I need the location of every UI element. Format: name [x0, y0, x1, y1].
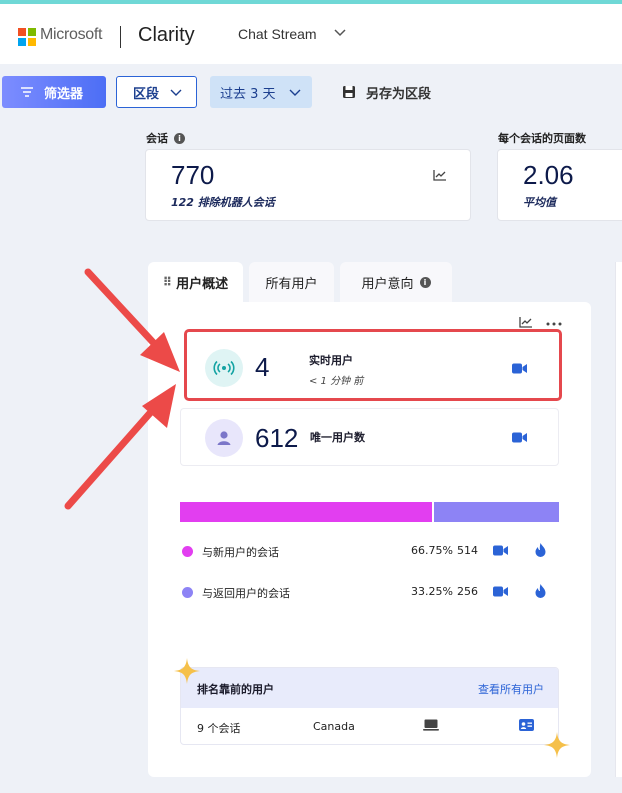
segment-dropdown-label: 区段 [133, 86, 160, 102]
pages-per-session-card: 2.06 平均值 [497, 149, 622, 221]
date-range-dropdown[interactable]: 过去 3 天 [210, 76, 312, 108]
video-camera-icon[interactable] [512, 432, 527, 443]
project-selector-label[interactable]: Chat Stream [238, 26, 317, 42]
drag-handle-icon[interactable]: ⠿ [163, 275, 172, 289]
info-icon[interactable]: i [174, 132, 185, 144]
sessions-sub: 122 排除机器人会话 [171, 196, 275, 209]
desktop-device-icon [423, 719, 439, 731]
top-users-card: 排名靠前的用户 查看所有用户 9 个会话 Canada [180, 667, 559, 745]
legend-label-new: 与新用户的会话 [202, 546, 279, 559]
product-name[interactable]: Clarity [138, 24, 195, 47]
new-users-bar-segment[interactable] [180, 502, 432, 522]
sessions-card: 770 122 排除机器人会话 [145, 149, 471, 221]
save-icon [343, 86, 355, 98]
tab-all-users-label: 所有用户 [265, 276, 318, 292]
broadcast-icon [205, 349, 243, 387]
filter-icon [21, 87, 33, 97]
legend-label-returning: 与返回用户的会话 [202, 587, 290, 600]
legend-pct-returning: 33.25% [411, 585, 453, 598]
trend-chart-icon[interactable] [519, 316, 533, 328]
adjacent-panel-edge [615, 262, 622, 777]
sparkle-icon [174, 658, 200, 684]
chevron-down-icon[interactable] [332, 24, 348, 40]
heatmap-flame-icon[interactable] [535, 584, 546, 598]
segment-dropdown[interactable]: 区段 [116, 76, 197, 108]
returning-users-bar-segment[interactable] [433, 502, 559, 522]
tab-user-intent[interactable]: 用户意向 i [340, 262, 452, 302]
video-camera-icon[interactable] [512, 363, 527, 374]
sessions-label-text: 会话 [146, 132, 168, 145]
legend-row-new: 与新用户的会话 66.75% 514 [182, 542, 558, 562]
more-options-icon[interactable] [546, 322, 562, 326]
top-user-country: Canada [313, 720, 355, 733]
save-as-segment-label: 另存为区段 [366, 86, 432, 102]
app-header: Microsoft Clarity Chat Stream [0, 4, 622, 64]
info-icon[interactable]: i [419, 276, 431, 288]
top-users-row[interactable]: 9 个会话 Canada [181, 708, 558, 744]
chevron-down-icon [170, 89, 182, 96]
legend-dot-returning [182, 587, 193, 598]
chevron-down-icon [289, 89, 301, 96]
user-icon [205, 419, 243, 457]
trend-chart-icon[interactable] [433, 169, 447, 181]
header-divider [120, 26, 121, 48]
tab-user-overview-label: 用户概述 [176, 276, 229, 292]
heatmap-flame-icon[interactable] [535, 543, 546, 557]
live-users-sub: < 1 分钟 前 [309, 376, 364, 387]
unique-users-title: 唯一用户数 [310, 431, 365, 444]
tab-user-overview[interactable]: ⠿ 用户概述 [148, 262, 243, 302]
pages-per-session-label: 每个会话的页面数 [498, 132, 586, 145]
top-users-header: 排名靠前的用户 查看所有用户 [181, 668, 558, 708]
video-camera-icon[interactable] [493, 586, 508, 597]
filter-button[interactable]: 筛选器 [2, 76, 106, 108]
sessions-metric-label: 会话 i [146, 130, 185, 146]
top-user-sessions: 9 个会话 [197, 722, 241, 735]
view-all-users-link[interactable]: 查看所有用户 [478, 681, 544, 697]
legend-count-new: 514 [457, 544, 478, 557]
save-as-segment-button[interactable]: 另存为区段 [342, 76, 431, 108]
sparkle-icon [544, 732, 570, 758]
user-id-card-icon[interactable] [519, 719, 534, 731]
filter-button-label: 筛选器 [44, 86, 84, 102]
unique-users-card[interactable]: 612 唯一用户数 [180, 408, 559, 466]
legend-row-returning: 与返回用户的会话 33.25% 256 [182, 583, 558, 603]
legend-count-returning: 256 [457, 585, 478, 598]
date-range-label: 过去 3 天 [220, 86, 276, 102]
sessions-value: 770 [171, 160, 215, 190]
video-camera-icon[interactable] [493, 545, 508, 556]
microsoft-logo-icon [18, 28, 36, 46]
filter-toolbar: 筛选器 区段 过去 3 天 另存为区段 [0, 64, 622, 120]
legend-pct-new: 66.75% [411, 544, 453, 557]
live-users-card[interactable]: 4 实时用户 < 1 分钟 前 [184, 329, 562, 401]
pages-per-session-value: 2.06 [523, 160, 574, 190]
live-users-value: 4 [255, 352, 270, 382]
unique-users-value: 612 [255, 423, 299, 453]
pages-per-session-sub: 平均值 [523, 196, 556, 209]
tab-user-intent-label: 用户意向 [361, 276, 414, 292]
live-users-title: 实时用户 [309, 354, 353, 367]
top-users-title: 排名靠前的用户 [197, 683, 274, 696]
legend-dot-new [182, 546, 193, 557]
tab-all-users[interactable]: 所有用户 [249, 262, 334, 302]
brand-name: Microsoft [40, 26, 103, 43]
new-vs-returning-bar [180, 502, 559, 522]
